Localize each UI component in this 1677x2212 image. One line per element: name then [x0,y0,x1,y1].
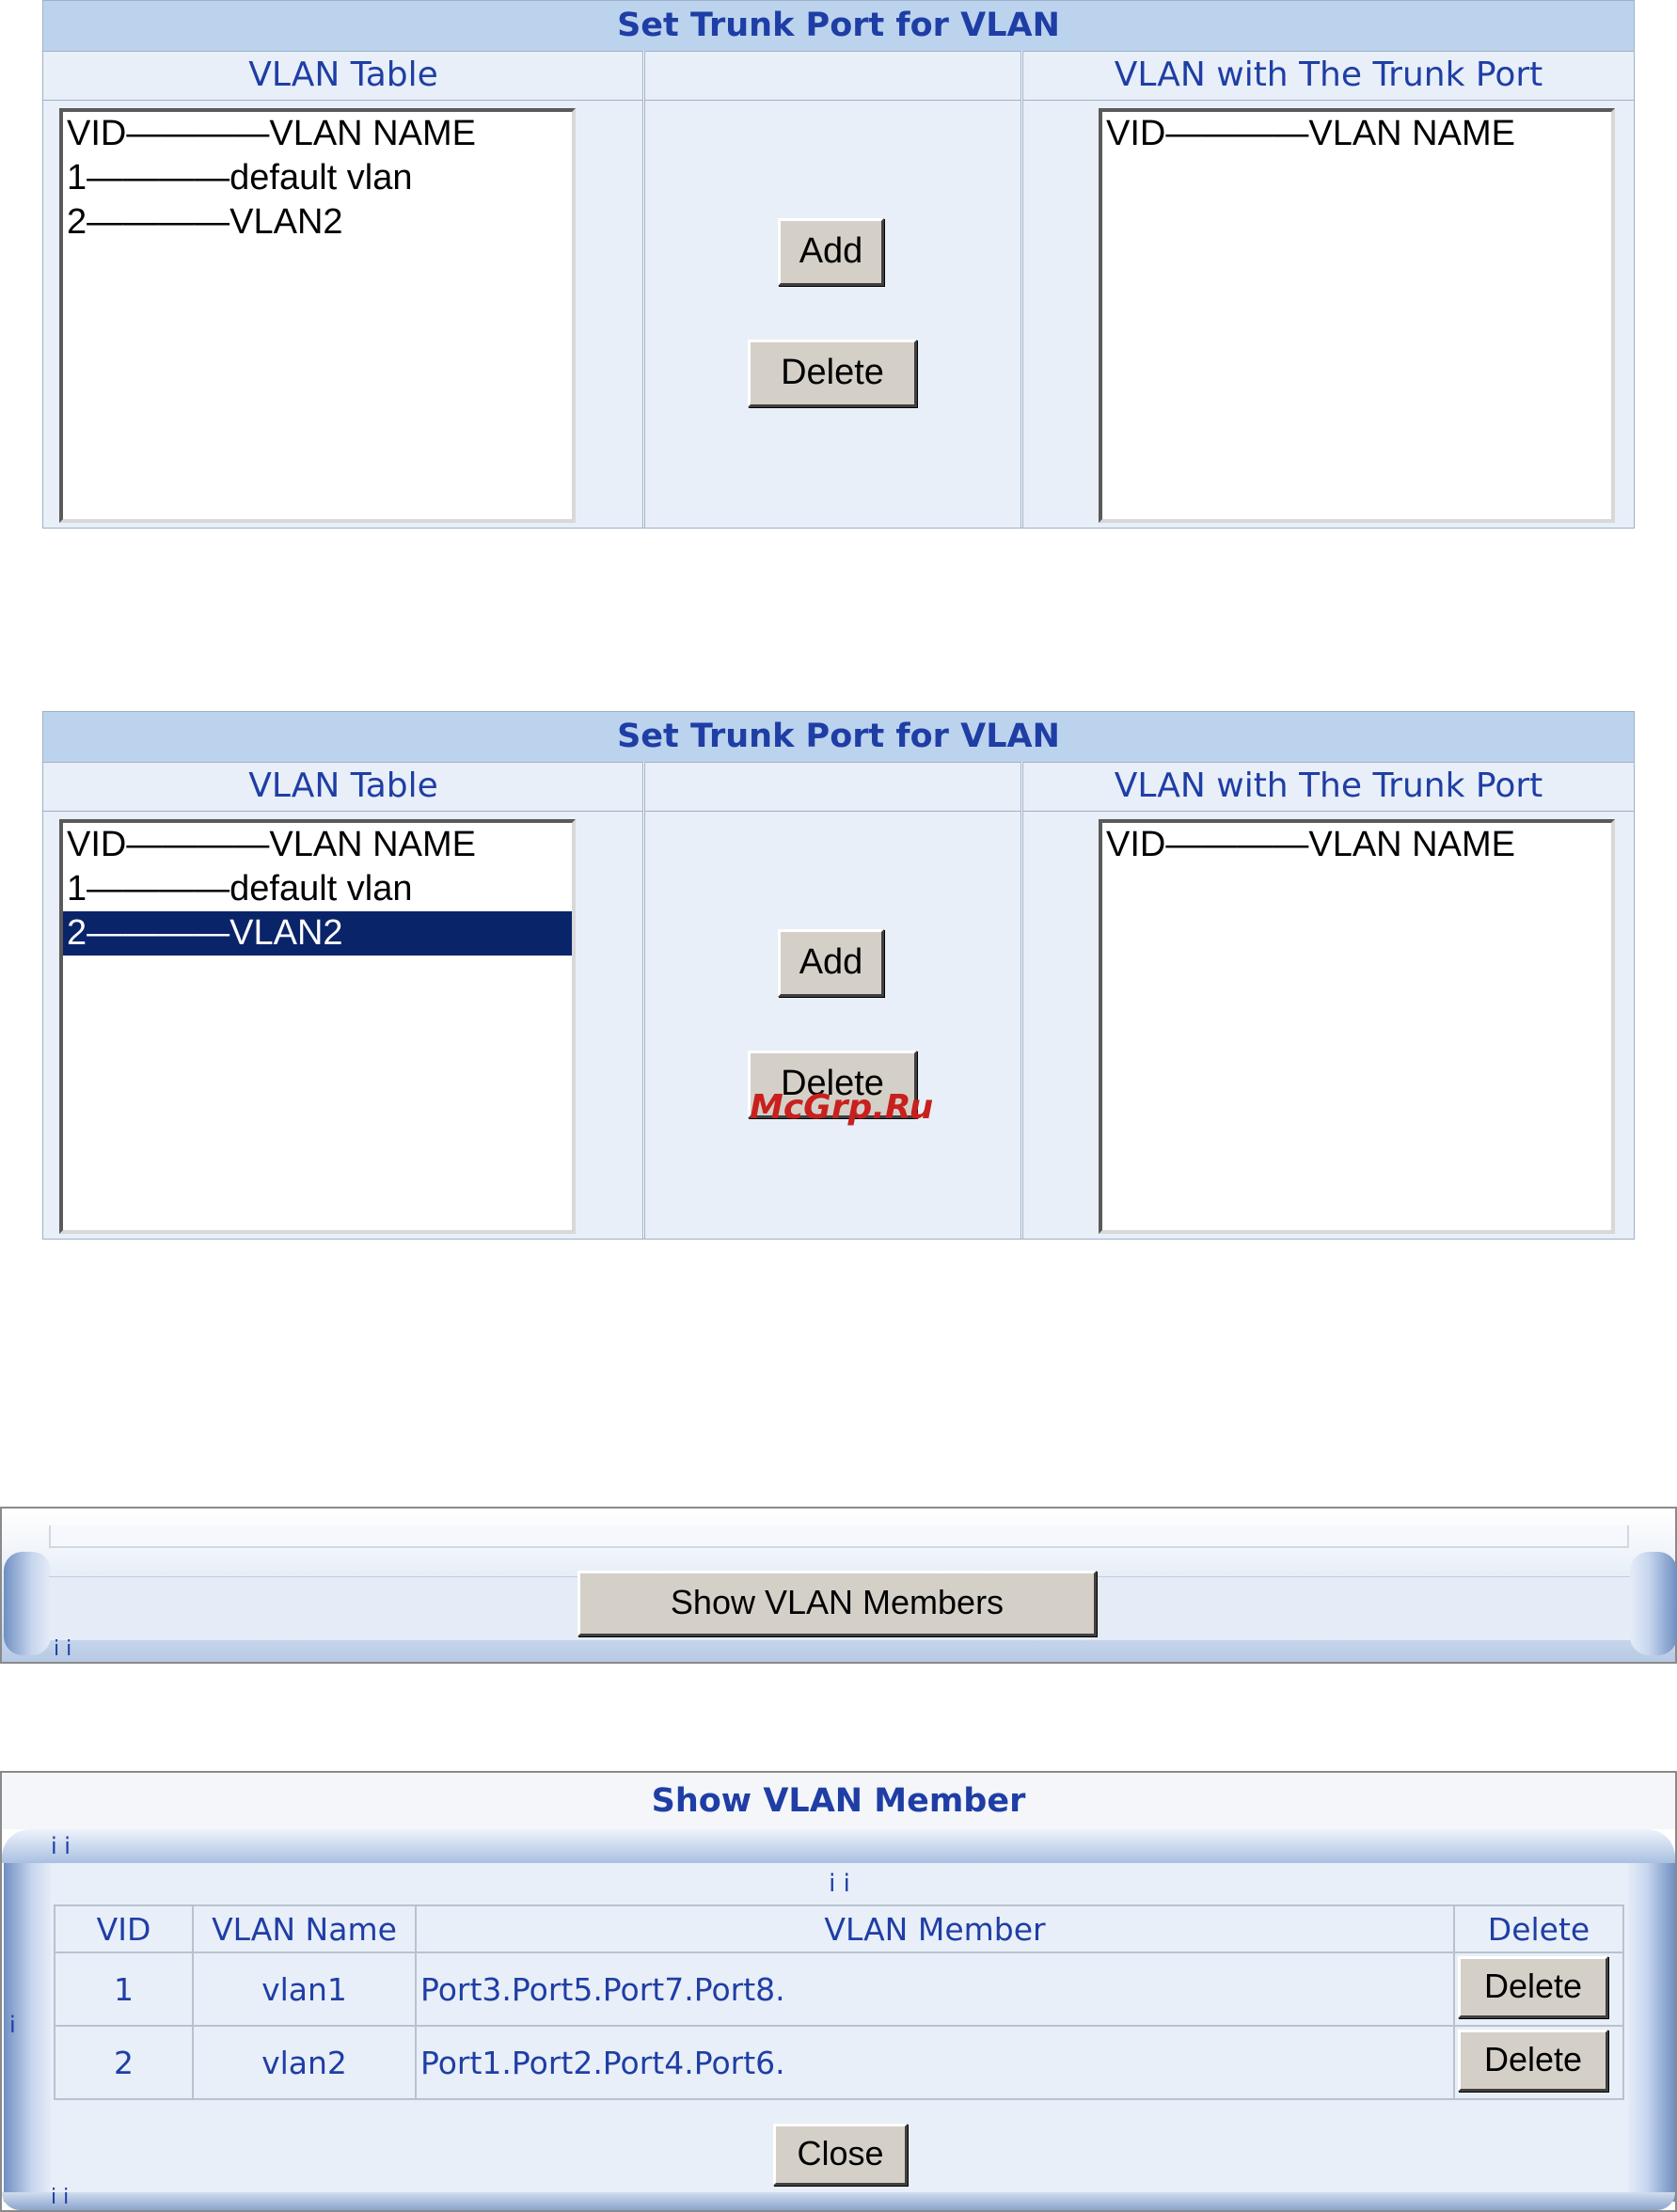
cell-delete: Delete [1453,2025,1624,2100]
cell-vlan-name: vlan1 [192,1951,417,2027]
stray-text: i i [51,2186,70,2209]
cell-vlan-member: Port3.Port5.Port7.Port8. [415,1951,1455,2027]
stray-text: i [9,2012,16,2038]
vlan-table-listbox[interactable]: VID————VLAN NAME 1————default vlan 2————… [59,819,576,1234]
vlan-table-listbox[interactable]: VID————VLAN NAME 1————default vlan 2————… [59,108,576,523]
header-vlan-name: VLAN Name [192,1904,417,1953]
trunk-panel-2: Set Trunk Port for VLAN VLAN Table VLAN … [42,711,1635,1240]
dialog-title-bar: Show VLAN Member [2,1773,1675,1829]
listbox-option[interactable]: 1————default vlan [63,867,572,911]
header-row: VLAN Table VLAN with The Trunk Port [43,51,1634,101]
table-row: 2 vlan2 Port1.Port2.Port4.Port6. Delete [54,2025,1624,2100]
cell-delete: Delete [1453,1951,1624,2027]
show-members-bar: Show VLAN Members i i [0,1507,1677,1664]
cell-vid: 2 [54,2025,194,2100]
dialog-title: Show VLAN Member [651,1782,1026,1820]
listbox-option[interactable]: VID————VLAN NAME [63,823,572,867]
delete-row-button[interactable]: Delete [1458,1956,1608,2018]
table-header-row: VID VLAN Name VLAN Member Delete [54,1904,1624,1953]
trunk-panel-1: Set Trunk Port for VLAN VLAN Table VLAN … [42,0,1635,529]
header-row: VLAN Table VLAN with The Trunk Port [43,762,1634,812]
panel-title: Set Trunk Port for VLAN [43,1,1634,52]
listbox-option[interactable]: VID————VLAN NAME [63,112,572,156]
stray-text: i i [829,1870,850,1898]
listbox-option[interactable]: 2————VLAN2 [63,200,572,245]
column-divider [1020,51,1023,528]
vlan-member-table: VID VLAN Name VLAN Member Delete 1 vlan1… [54,1904,1624,2100]
col-header-vlan-trunk: VLAN with The Trunk Port [1114,766,1543,805]
listbox-option[interactable]: VID————VLAN NAME [1102,823,1611,867]
cell-vid: 1 [54,1951,194,2027]
frame-right-edge [1628,1863,1675,2202]
vlan-trunk-listbox[interactable]: VID————VLAN NAME [1099,108,1615,523]
show-vlan-member-dialog: Show VLAN Member i i i i i VID VLAN Name… [0,1771,1677,2212]
vlan-trunk-listbox[interactable]: VID————VLAN NAME [1099,819,1615,1234]
add-button[interactable]: Add [778,218,884,286]
frame-left-edge [4,1552,51,1655]
column-divider [1020,762,1023,1239]
column-divider [642,762,645,1239]
listbox-option[interactable]: VID————VLAN NAME [1102,112,1611,156]
delete-row-button[interactable]: Delete [1458,2030,1608,2092]
header-delete: Delete [1453,1904,1624,1953]
cell-vlan-name: vlan2 [192,2025,417,2100]
frame-bottom-edge [2,2192,1675,2210]
col-header-vlan-trunk: VLAN with The Trunk Port [1114,55,1543,94]
stray-text: i i [51,1833,71,1859]
table-row: 1 vlan1 Port3.Port5.Port7.Port8. Delete [54,1951,1624,2027]
listbox-option[interactable]: 1————default vlan [63,156,572,200]
header-vid: VID [54,1904,194,1953]
header-vlan-member: VLAN Member [415,1904,1455,1953]
panel-title: Set Trunk Port for VLAN [43,712,1634,763]
frame-top-edge [2,1829,1675,1863]
column-divider [642,51,645,528]
frame-right-edge [1630,1552,1677,1655]
listbox-option-selected[interactable]: 2————VLAN2 [63,911,572,956]
stray-text: i i [54,1637,72,1661]
close-button[interactable]: Close [773,2124,908,2186]
col-header-vlan-table: VLAN Table [248,55,438,94]
delete-button[interactable]: Delete [748,340,917,407]
add-button[interactable]: Add [778,929,884,997]
show-vlan-members-button[interactable]: Show VLAN Members [577,1571,1097,1636]
col-header-vlan-table: VLAN Table [248,766,438,805]
cell-vlan-member: Port1.Port2.Port4.Port6. [415,2025,1455,2100]
watermark-text: McGrp.Ru [750,1088,934,1127]
faded-table-row [49,1525,1629,1548]
